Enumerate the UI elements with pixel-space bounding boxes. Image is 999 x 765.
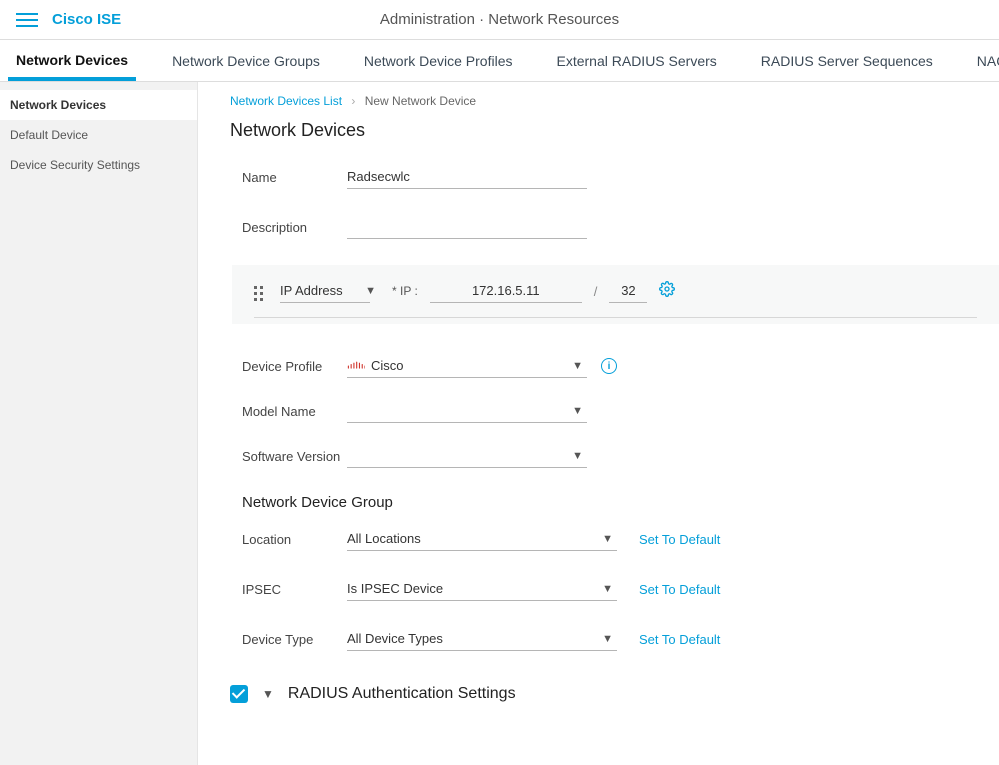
sidebar-item-default-device[interactable]: Default Device: [0, 120, 197, 150]
radius-auth-checkbox[interactable]: [230, 685, 248, 703]
software-version-label: Software Version: [242, 449, 347, 468]
tab-network-devices[interactable]: Network Devices: [8, 42, 136, 81]
device-type-label: Device Type: [242, 632, 347, 651]
model-name-label: Model Name: [242, 404, 347, 423]
breadcrumb-current: New Network Device: [365, 94, 476, 108]
description-input[interactable]: [347, 215, 587, 239]
info-icon[interactable]: i: [601, 358, 617, 374]
group-section-heading: Network Device Group: [242, 494, 999, 511]
set-default-location[interactable]: Set To Default: [639, 532, 720, 551]
device-profile-value: Cisco: [371, 358, 404, 373]
page-heading: Network Devices: [230, 120, 999, 141]
radius-auth-section: ▼ RADIUS Authentication Settings: [230, 685, 999, 703]
ip-input[interactable]: [430, 279, 582, 303]
chevron-right-icon: ›: [351, 94, 355, 108]
breadcrumb-parent[interactable]: Network Devices List: [230, 94, 342, 108]
app-header: Cisco ISE Administration · Network Resou…: [0, 0, 999, 40]
top-tabs: Network Devices Network Device Groups Ne…: [0, 40, 999, 82]
drag-handle-icon[interactable]: [254, 283, 268, 303]
device-profile-select[interactable]: Cisco: [347, 354, 587, 378]
cisco-logo-icon: [347, 361, 365, 371]
device-profile-label: Device Profile: [242, 359, 347, 378]
tab-radius-server-sequences[interactable]: RADIUS Server Sequences: [753, 43, 941, 81]
breadcrumb: Network Devices List › New Network Devic…: [230, 94, 999, 108]
page-title: Administration · Network Resources: [380, 11, 619, 28]
brand: Cisco ISE: [52, 11, 121, 28]
location-select[interactable]: All Locations: [347, 527, 617, 551]
model-name-select[interactable]: [347, 414, 587, 423]
description-label: Description: [242, 220, 347, 239]
menu-icon[interactable]: [16, 9, 38, 31]
set-default-ipsec[interactable]: Set To Default: [639, 582, 720, 601]
gear-icon[interactable]: [659, 281, 675, 303]
radius-auth-title: RADIUS Authentication Settings: [288, 685, 516, 703]
set-default-device-type[interactable]: Set To Default: [639, 632, 720, 651]
software-version-select[interactable]: [347, 459, 587, 468]
chevron-down-icon[interactable]: ▼: [262, 687, 274, 701]
ip-mask-input[interactable]: [609, 279, 647, 303]
name-label: Name: [242, 170, 347, 189]
ip-type-select[interactable]: IP Address: [280, 279, 370, 303]
location-label: Location: [242, 532, 347, 551]
ip-slash: /: [594, 284, 598, 303]
tab-network-device-profiles[interactable]: Network Device Profiles: [356, 43, 521, 81]
tab-nac-manager[interactable]: NAC Manage: [969, 43, 999, 81]
sidebar: Network Devices Default Device Device Se…: [0, 82, 198, 765]
sidebar-item-network-devices[interactable]: Network Devices: [0, 90, 197, 120]
ipsec-label: IPSEC: [242, 582, 347, 601]
name-input[interactable]: [347, 165, 587, 189]
ip-field-label: * IP :: [392, 284, 418, 303]
tab-network-device-groups[interactable]: Network Device Groups: [164, 43, 328, 81]
main-panel: Network Devices List › New Network Devic…: [198, 82, 999, 765]
tab-external-radius-servers[interactable]: External RADIUS Servers: [549, 43, 725, 81]
ip-address-block: IP Address ▼ * IP : /: [232, 265, 999, 324]
sidebar-item-device-security-settings[interactable]: Device Security Settings: [0, 150, 197, 180]
ipsec-select[interactable]: Is IPSEC Device: [347, 577, 617, 601]
device-type-select[interactable]: All Device Types: [347, 627, 617, 651]
